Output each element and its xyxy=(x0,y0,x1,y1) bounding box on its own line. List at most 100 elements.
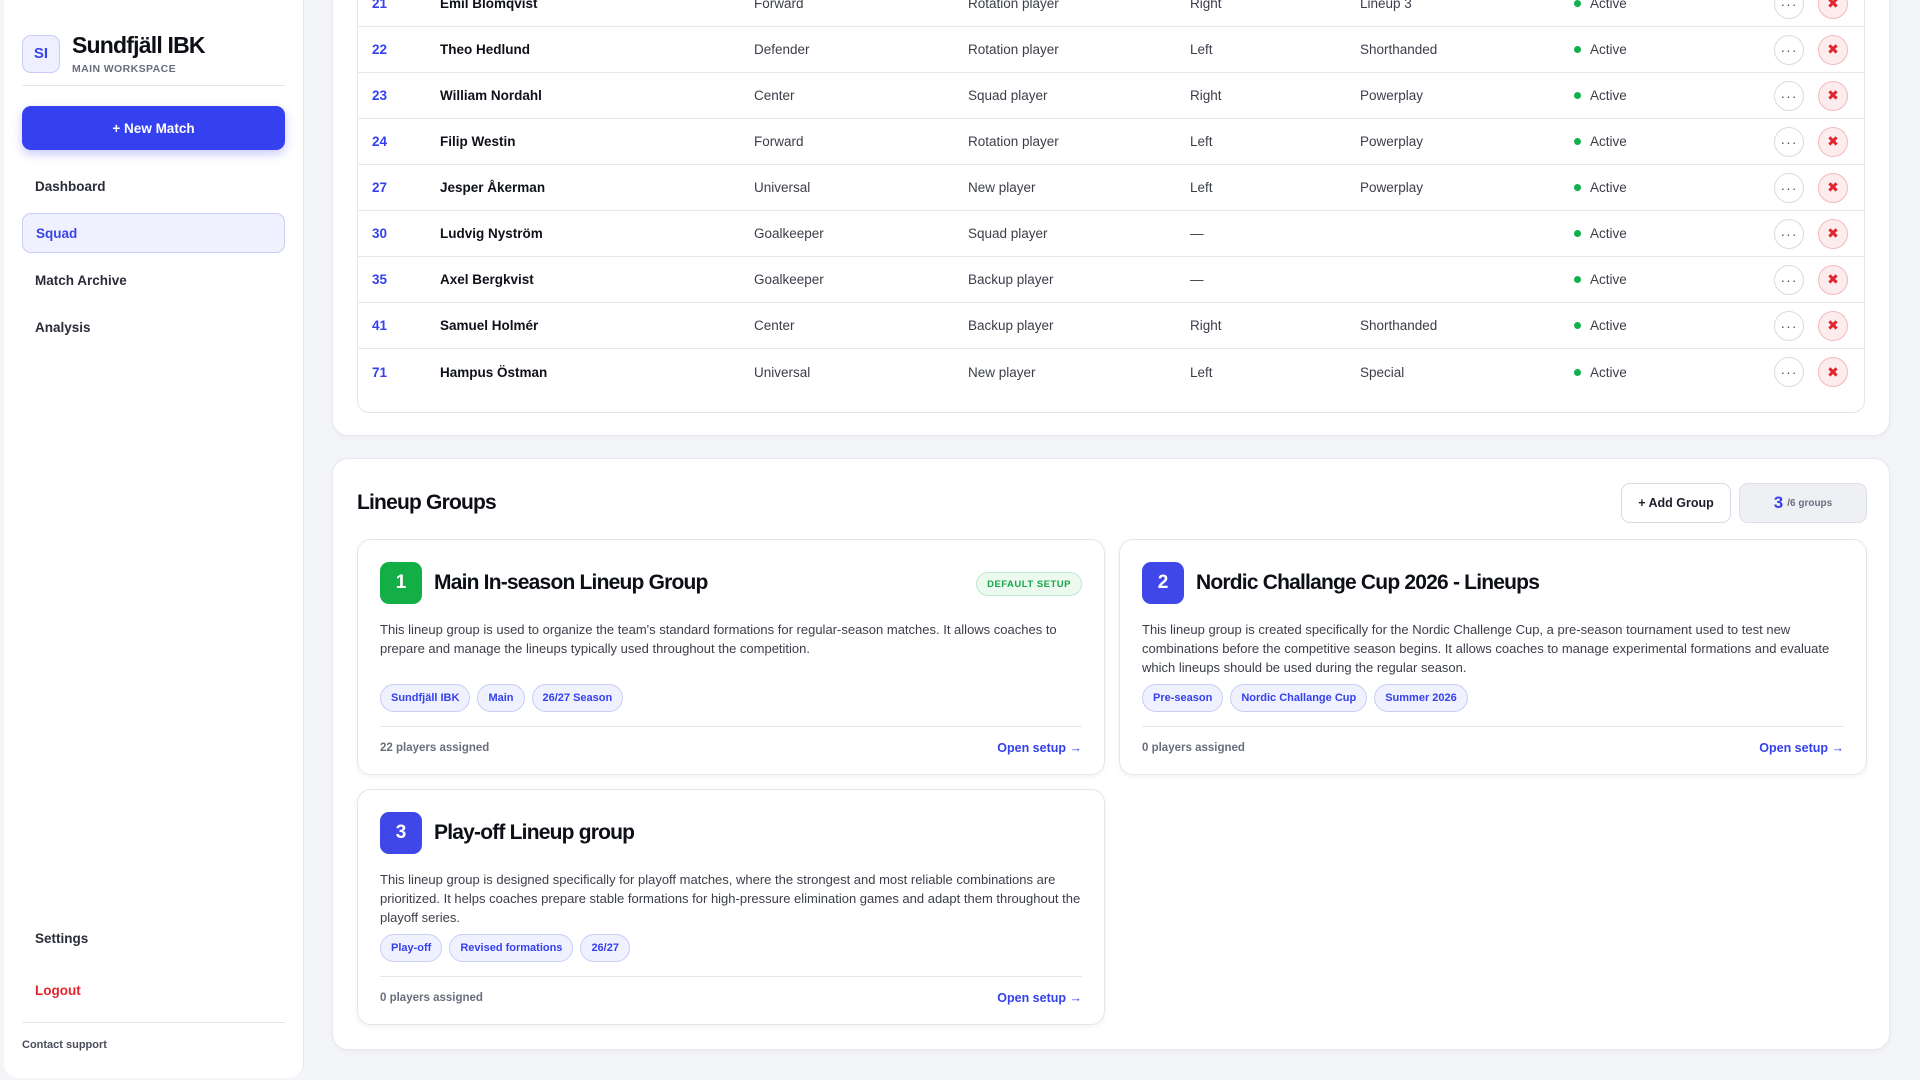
players-assigned: 0 players assigned xyxy=(1142,742,1245,754)
status-dot-icon xyxy=(1574,46,1581,53)
delete-player-icon[interactable]: ✖ xyxy=(1818,172,1848,203)
status-dot-icon xyxy=(1574,92,1581,99)
player-role: New player xyxy=(968,364,1036,380)
sidebar-item-dashboard[interactable]: Dashboard xyxy=(22,166,285,206)
player-name: Hampus Östman xyxy=(440,364,548,380)
status-dot-icon xyxy=(1574,138,1581,145)
player-line: Shorthanded xyxy=(1360,318,1438,333)
player-handedness: Left xyxy=(1190,364,1213,380)
table-row[interactable]: 35 Axel Bergkvist Goalkeeper Backup player —… xyxy=(358,257,1864,303)
more-options-icon[interactable]: ··· xyxy=(1774,357,1804,387)
delete-player-icon[interactable]: ✖ xyxy=(1818,310,1848,341)
more-options-icon[interactable]: ··· xyxy=(1774,126,1804,157)
player-name: Axel Bergkvist xyxy=(440,272,534,287)
status-badge: Active xyxy=(1574,318,1627,333)
delete-player-icon[interactable]: ✖ xyxy=(1818,218,1848,249)
status-badge: Active xyxy=(1574,88,1627,103)
player-line: Lineup 3 xyxy=(1360,0,1412,11)
players-assigned: 22 players assigned xyxy=(380,742,490,754)
table-row[interactable]: 22 Theo Hedlund Defender Rotation player Lef… xyxy=(358,27,1864,73)
group-tags: Sundfjäll IBK Main 26/27 Season xyxy=(380,684,624,712)
delete-player-icon[interactable]: ✖ xyxy=(1818,34,1848,65)
player-name: Theo Hedlund xyxy=(440,42,530,57)
player-handedness: Left xyxy=(1190,180,1213,195)
group-tag: Nordic Challange Cup xyxy=(1230,684,1368,712)
player-role: Backup player xyxy=(968,318,1054,333)
table-row[interactable]: 30 Ludvig Nyström Goalkeeper Squad player — A… xyxy=(358,211,1864,257)
group-tag: Summer 2026 xyxy=(1374,684,1468,712)
delete-player-icon[interactable]: ✖ xyxy=(1818,0,1848,19)
more-options-icon[interactable]: ··· xyxy=(1774,34,1804,65)
sidebar-item-squad[interactable]: Squad xyxy=(22,213,285,253)
group-description: This lineup group is designed specifical… xyxy=(380,872,1081,925)
delete-player-icon[interactable]: ✖ xyxy=(1818,126,1848,157)
player-handedness: Right xyxy=(1190,88,1222,103)
group-tags: Play-off Revised formations 26/27 xyxy=(380,934,630,962)
player-role: Squad player xyxy=(968,88,1048,103)
group-title: Nordic Challange Cup 2026 - Lineups xyxy=(1196,571,1540,594)
lineup-group-card: 1 Main In-season Lineup Group DEFAULT SE… xyxy=(357,539,1105,775)
sidebar-item-settings[interactable]: Settings xyxy=(22,918,285,958)
group-tag: Sundfjäll IBK xyxy=(380,684,471,712)
contact-support-link[interactable]: Contact support xyxy=(22,1039,107,1051)
group-count-value: 3 xyxy=(1773,493,1784,512)
group-title: Main In-season Lineup Group xyxy=(434,571,708,594)
lineup-groups-card: Lineup Groups + Add Group 3 /6 groups 1 … xyxy=(332,458,1890,1050)
more-options-icon[interactable]: ··· xyxy=(1774,0,1804,19)
player-name: Samuel Holmér xyxy=(440,318,539,333)
group-tag: Play-off xyxy=(380,934,443,962)
table-row[interactable]: 27 Jesper Åkerman Universal New player Left P… xyxy=(358,165,1864,211)
sidebar-item-match-archive[interactable]: Match Archive xyxy=(22,260,285,300)
sidebar-item-analysis[interactable]: Analysis xyxy=(22,307,285,347)
status-badge: Active xyxy=(1574,226,1627,241)
player-name: Ludvig Nyström xyxy=(440,226,543,241)
more-options-icon[interactable]: ··· xyxy=(1774,218,1804,249)
player-role: New player xyxy=(968,180,1036,195)
table-row[interactable]: 24 Filip Westin Forward Rotation player Left… xyxy=(358,119,1864,165)
group-tag: Main xyxy=(477,684,525,712)
group-tag: Pre-season xyxy=(1142,684,1224,712)
status-dot-icon xyxy=(1574,322,1581,329)
delete-player-icon[interactable]: ✖ xyxy=(1818,80,1848,111)
group-description: This lineup group is used to organize th… xyxy=(380,622,1057,656)
more-options-icon[interactable]: ··· xyxy=(1774,172,1804,203)
table-row[interactable]: 23 William Nordahl Center Squad player Right… xyxy=(358,73,1864,119)
more-options-icon[interactable]: ··· xyxy=(1774,310,1804,341)
player-handedness: Left xyxy=(1190,42,1213,57)
more-options-icon[interactable]: ··· xyxy=(1774,264,1804,295)
status-dot-icon xyxy=(1574,230,1581,237)
lineup-group-card: 3 Play-off Lineup group This lineup grou… xyxy=(357,789,1105,1025)
table-row[interactable]: 41 Samuel Holmér Center Backup player Right S… xyxy=(358,303,1864,349)
default-setup-badge: DEFAULT SETUP xyxy=(976,572,1082,596)
status-text: Active xyxy=(1590,42,1627,57)
lineup-group-card: 2 Nordic Challange Cup 2026 - Lineups Th… xyxy=(1119,539,1867,775)
player-number: 35 xyxy=(372,272,388,287)
player-role: Squad player xyxy=(968,226,1048,241)
player-handedness: Right xyxy=(1190,318,1222,333)
delete-player-icon[interactable]: ✖ xyxy=(1818,357,1848,387)
delete-player-icon[interactable]: ✖ xyxy=(1818,264,1848,295)
group-number-badge: 2 xyxy=(1142,562,1184,604)
group-number-badge: 3 xyxy=(380,812,422,854)
players-assigned: 0 players assigned xyxy=(380,992,483,1004)
status-badge: Active xyxy=(1574,0,1627,11)
group-count-badge: 3 /6 groups xyxy=(1739,483,1867,523)
status-badge: Active xyxy=(1574,42,1627,57)
player-handedness: Right xyxy=(1190,0,1222,11)
status-badge: Active xyxy=(1574,180,1627,195)
more-options-icon[interactable]: ··· xyxy=(1774,80,1804,111)
new-match-button[interactable]: + New Match xyxy=(22,106,285,150)
logout-button[interactable]: Logout xyxy=(22,970,285,1010)
open-setup-link[interactable]: Open setup → xyxy=(997,991,1082,1005)
open-setup-link[interactable]: Open setup → xyxy=(1759,741,1844,755)
player-line: Powerplay xyxy=(1360,134,1424,149)
add-group-button[interactable]: + Add Group xyxy=(1621,483,1731,523)
team-name: Sundfjäll IBK xyxy=(72,32,206,58)
sidebar-bottom: Settings Logout Contact support xyxy=(22,918,285,1051)
player-number: 21 xyxy=(372,0,388,11)
table-row[interactable]: 71 Hampus Östman Universal New player Left Sp… xyxy=(358,349,1864,395)
player-name: Jesper Åkerman xyxy=(440,180,546,195)
open-setup-link[interactable]: Open setup → xyxy=(997,741,1082,755)
table-row[interactable]: 21 Emil Blomqvist Forward Rotation player Ri… xyxy=(358,0,1864,27)
group-title: Play-off Lineup group xyxy=(434,821,635,844)
